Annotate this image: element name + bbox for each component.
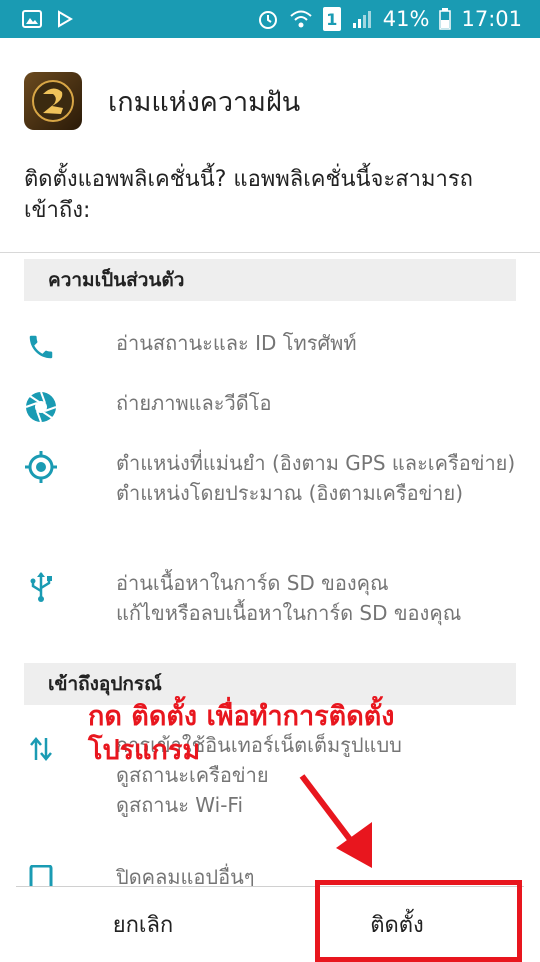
permission-phone: อ่านสถานะและ ID โทรศัพท์ — [24, 328, 516, 368]
permission-location: ตำแหน่งที่แม่นยำ (อิงตาม GPS และเครือข่า… — [24, 448, 516, 548]
permission-text: ตำแหน่งที่แม่นยำ (อิงตาม GPS และเครือข่า… — [116, 451, 516, 475]
play-store-notification-icon — [56, 10, 74, 28]
install-question: ติดตั้งแอพพลิเคชั่นนี้? แอพพลิเคชั่นนี้จ… — [24, 167, 474, 223]
gallery-notification-icon — [22, 10, 42, 28]
signal-icon — [351, 9, 373, 29]
app-title: เกมแห่งความฝัน — [108, 86, 301, 118]
battery-percent: 41% — [382, 7, 430, 31]
permission-camera: ถ่ายภาพและวีดีโอ — [24, 388, 516, 428]
section-device-access: เข้าถึงอุปกรณ์ — [24, 663, 516, 705]
permission-text: ดูสถานะ Wi-Fi — [116, 793, 244, 817]
permission-text: อ่านสถานะและ ID โทรศัพท์ — [116, 331, 357, 355]
annotation-text: กด ติดตั้ง เพื่อทำการติดตั้งโปรแกรม — [88, 701, 395, 766]
permission-text: ตำแหน่งโดยประมาณ (อิงตามเครือข่าย) — [116, 481, 464, 505]
permission-storage: อ่านเนื้อหาในการ์ด SD ของคุณ แก้ไขหรือลบ… — [24, 568, 516, 638]
phone-icon — [24, 330, 58, 364]
location-target-icon — [24, 450, 58, 484]
usb-icon — [24, 570, 58, 604]
camera-aperture-icon — [24, 390, 58, 424]
divider — [0, 252, 540, 253]
section-privacy: ความเป็นส่วนตัว — [24, 259, 516, 301]
app-icon — [24, 72, 82, 130]
annotation-highlight-box — [315, 880, 522, 962]
permission-text: อ่านเนื้อหาในการ์ด SD ของคุณ — [116, 571, 389, 595]
sim-icon: 1 — [322, 7, 341, 31]
status-bar: 1 41% 17:01 — [0, 0, 540, 38]
clock: 17:01 — [461, 7, 522, 31]
data-transfer-icon — [24, 732, 58, 766]
wifi-icon — [289, 9, 313, 29]
permission-text: ถ่ายภาพและวีดีโอ — [116, 391, 272, 415]
alarm-icon — [257, 8, 279, 30]
app-header: เกมแห่งความฝัน — [24, 72, 300, 130]
permission-text: แก้ไขหรือลบเนื้อหาในการ์ด SD ของคุณ — [116, 601, 462, 625]
cancel-button[interactable]: ยกเลิก — [16, 887, 270, 961]
battery-icon — [439, 8, 452, 30]
